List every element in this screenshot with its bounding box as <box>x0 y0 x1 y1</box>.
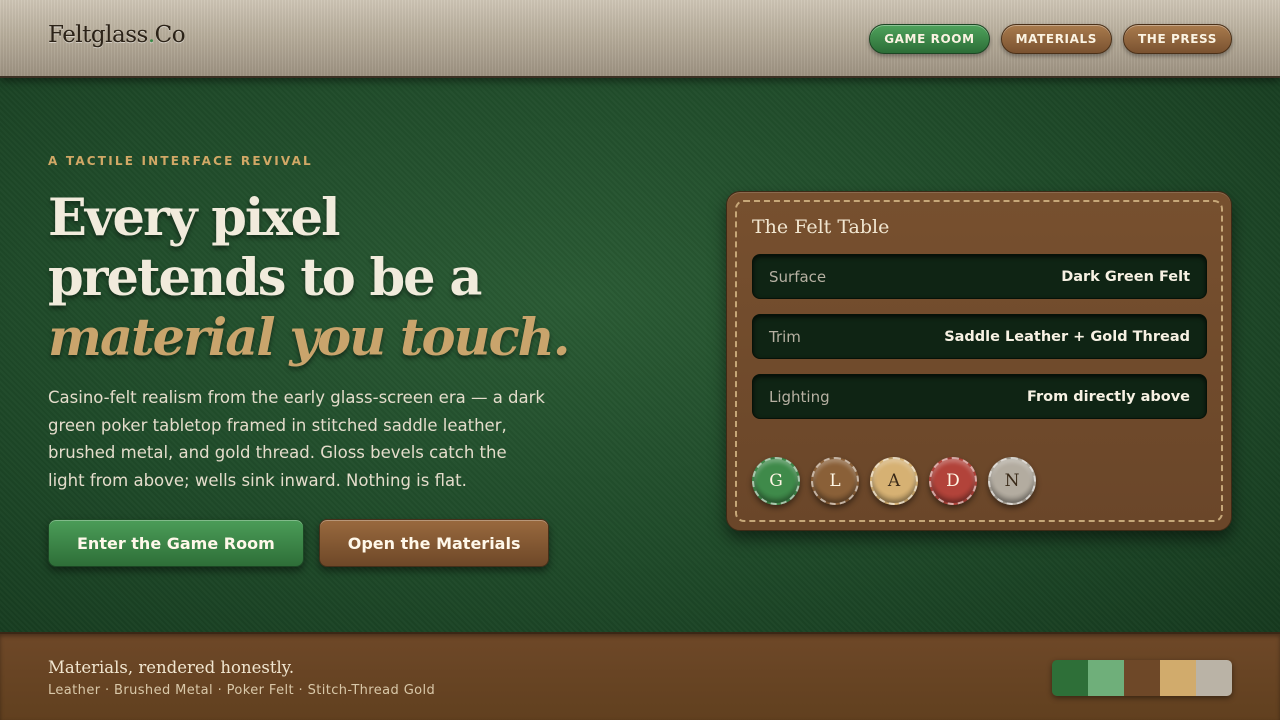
hero-lede: Casino-felt realism from the early glass… <box>48 388 545 490</box>
felt-table-card: The Felt Table Surface Dark Green Felt T… <box>726 191 1232 531</box>
spec-value: From directly above <box>1027 388 1190 405</box>
brand-logo[interactable]: Feltglass.Co <box>48 22 186 48</box>
top-header: Feltglass.Co GAME ROOM MATERIALS THE PRE… <box>0 0 1280 78</box>
chip-d[interactable]: D <box>929 457 977 505</box>
material-swatches <box>1052 660 1232 696</box>
chip-a[interactable]: A <box>870 457 918 505</box>
spec-key: Lighting <box>769 387 830 406</box>
nav-the-press[interactable]: THE PRESS <box>1123 24 1232 54</box>
brand-suffix: Co <box>154 22 186 48</box>
hero-headline: Every pixel pretends to be a material yo… <box>48 188 668 368</box>
footer-subtitle: Leather · Brushed Metal · Poker Felt · S… <box>48 683 436 698</box>
headline-line-1: Every pixel <box>48 188 340 248</box>
open-materials-button[interactable]: Open the Materials <box>318 519 550 567</box>
cta-row: Enter the Game Room Open the Materials <box>48 519 550 567</box>
chip-n[interactable]: N <box>988 457 1036 505</box>
spec-key: Trim <box>769 327 801 346</box>
spec-row-surface: Surface Dark Green Felt <box>752 254 1207 299</box>
spec-row-trim: Trim Saddle Leather + Gold Thread <box>752 314 1207 359</box>
enter-game-room-button[interactable]: Enter the Game Room <box>48 519 304 567</box>
swatch-metal <box>1196 660 1232 696</box>
spec-key: Surface <box>769 267 827 286</box>
felt-hero-section: A TACTILE INTERFACE REVIVAL Every pixel … <box>0 78 1280 632</box>
brand-dot: . <box>147 22 155 48</box>
swatch-felt-green <box>1052 660 1088 696</box>
headline-accent: material you touch. <box>48 308 570 368</box>
spec-value: Dark Green Felt <box>1061 268 1190 285</box>
chip-g[interactable]: G <box>752 457 800 505</box>
hero-eyebrow: A TACTILE INTERFACE REVIVAL <box>48 154 313 168</box>
footer-title: Materials, rendered honestly. <box>48 658 295 677</box>
leather-footer: Materials, rendered honestly. Leather · … <box>0 632 1280 720</box>
spec-row-lighting: Lighting From directly above <box>752 374 1207 419</box>
brand-name: Feltglass <box>48 22 148 48</box>
chip-l[interactable]: L <box>811 457 859 505</box>
nav-materials[interactable]: MATERIALS <box>1000 24 1113 54</box>
nav-game-room[interactable]: GAME ROOM <box>869 24 990 54</box>
poker-chips: G L A D N <box>752 457 1036 505</box>
headline-line-2: pretends to be a <box>48 248 482 308</box>
spec-value: Saddle Leather + Gold Thread <box>944 328 1190 345</box>
swatch-light-green <box>1088 660 1124 696</box>
main-nav: GAME ROOM MATERIALS THE PRESS <box>869 24 1232 54</box>
swatch-leather <box>1124 660 1160 696</box>
swatch-gold <box>1160 660 1196 696</box>
card-title: The Felt Table <box>752 216 890 238</box>
